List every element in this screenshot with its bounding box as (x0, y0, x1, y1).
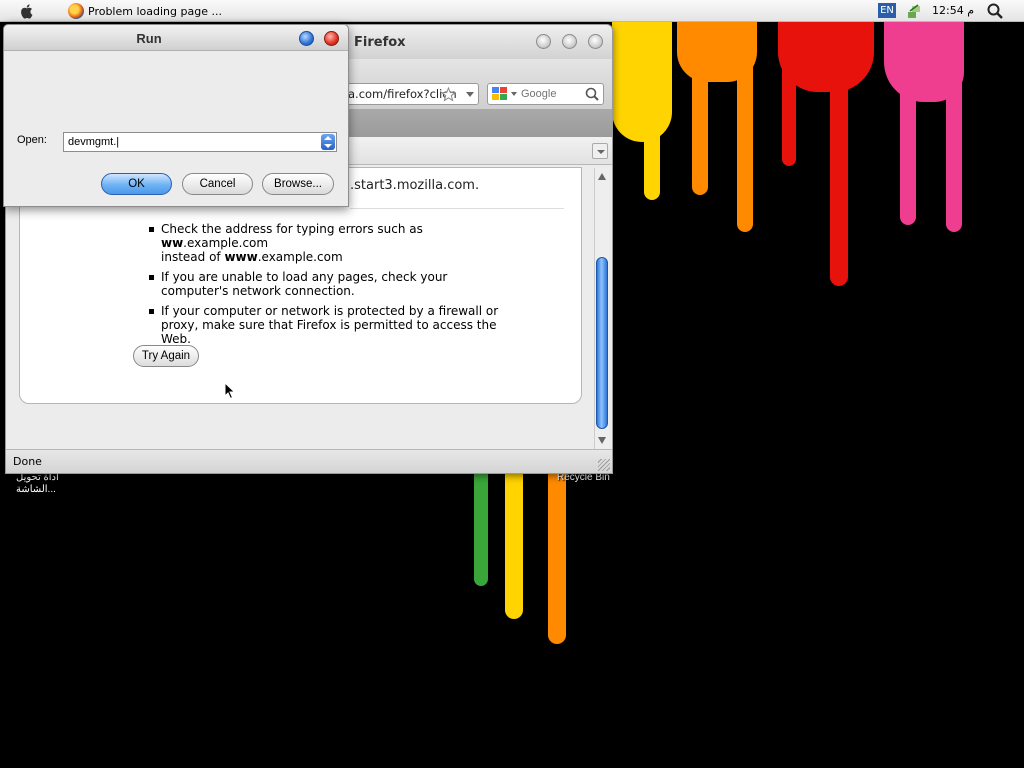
browse-button[interactable]: Browse... (262, 173, 334, 195)
drip-red-3 (830, 60, 848, 286)
clock[interactable]: م 12:54 (932, 4, 974, 17)
combo-dropdown-icon[interactable] (321, 134, 335, 150)
drip-orange-low (548, 474, 566, 644)
dialog-title: Run (136, 31, 162, 46)
cancel-button[interactable]: Cancel (182, 173, 253, 195)
open-label: Open: (17, 134, 47, 146)
drip-yellow-2 (644, 100, 660, 200)
firefox-icon (68, 3, 84, 19)
taskbar-item-firefox[interactable]: Problem loading page ... (68, 2, 222, 20)
google-icon[interactable] (491, 86, 509, 102)
drip-green-low (474, 474, 488, 586)
search-input[interactable] (521, 84, 583, 104)
list-item: Check the address for typing errors such… (147, 222, 527, 264)
divider (350, 208, 564, 209)
mouse-cursor-icon (224, 382, 236, 400)
url-bar[interactable]: a.com/firefox?clien (341, 83, 479, 105)
drip-orange-3 (737, 60, 753, 232)
scroll-down-icon[interactable] (598, 437, 606, 444)
drip-yellow-1 (612, 22, 672, 142)
minimize-button[interactable] (536, 34, 551, 49)
scroll-up-icon[interactable] (598, 173, 606, 180)
help-button[interactable] (299, 31, 314, 46)
suggestion-list: Check the address for typing errors such… (147, 222, 527, 352)
magnifier-icon[interactable] (584, 86, 600, 102)
search-engine-dropdown-icon[interactable] (511, 92, 517, 96)
vertical-scrollbar[interactable] (594, 168, 609, 449)
run-titlebar[interactable]: Run (4, 25, 348, 51)
list-item: If you are unable to load any pages, che… (147, 270, 487, 298)
status-bar: Done (6, 449, 612, 473)
search-bar[interactable] (487, 83, 604, 105)
resize-grip-icon[interactable] (598, 459, 610, 471)
close-button[interactable] (324, 31, 339, 46)
list-item: If your computer or network is protected… (147, 304, 517, 346)
url-history-dropdown-icon[interactable] (466, 92, 474, 97)
page-content: .start3.mozilla.com. Check the address f… (6, 165, 612, 449)
drip-yellow-low (505, 474, 523, 619)
search-icon[interactable] (986, 2, 1004, 20)
network-tray-icon[interactable] (906, 3, 922, 19)
bookmark-star-icon[interactable] (441, 87, 456, 102)
window-title: Firefox (354, 35, 406, 50)
language-indicator[interactable]: EN (878, 3, 896, 18)
drip-pink-3 (946, 80, 962, 232)
status-text: Done (13, 455, 42, 468)
drip-pink-2 (900, 80, 916, 225)
try-again-button[interactable]: Try Again (133, 345, 199, 367)
menubar: Problem loading page ... EN م 12:54 (0, 0, 1024, 22)
taskbar-item-label: Problem loading page ... (88, 4, 222, 18)
apple-icon[interactable] (18, 2, 36, 20)
drip-red-2 (782, 60, 796, 166)
drip-orange-2 (692, 60, 708, 195)
tab-list-dropdown-button[interactable] (592, 143, 608, 159)
open-combobox[interactable] (63, 132, 337, 152)
error-url: .start3.mozilla.com. (350, 178, 480, 193)
run-dialog: Run Open: OK Cancel Browse... (3, 24, 349, 207)
close-button[interactable] (588, 34, 603, 49)
open-input[interactable] (68, 134, 316, 150)
desktop-icon-label-screen-tool[interactable]: أداة تحويل الشاشة... (16, 472, 86, 496)
scroll-thumb[interactable] (596, 257, 608, 429)
ok-button[interactable]: OK (101, 173, 172, 195)
maximize-button[interactable] (562, 34, 577, 49)
